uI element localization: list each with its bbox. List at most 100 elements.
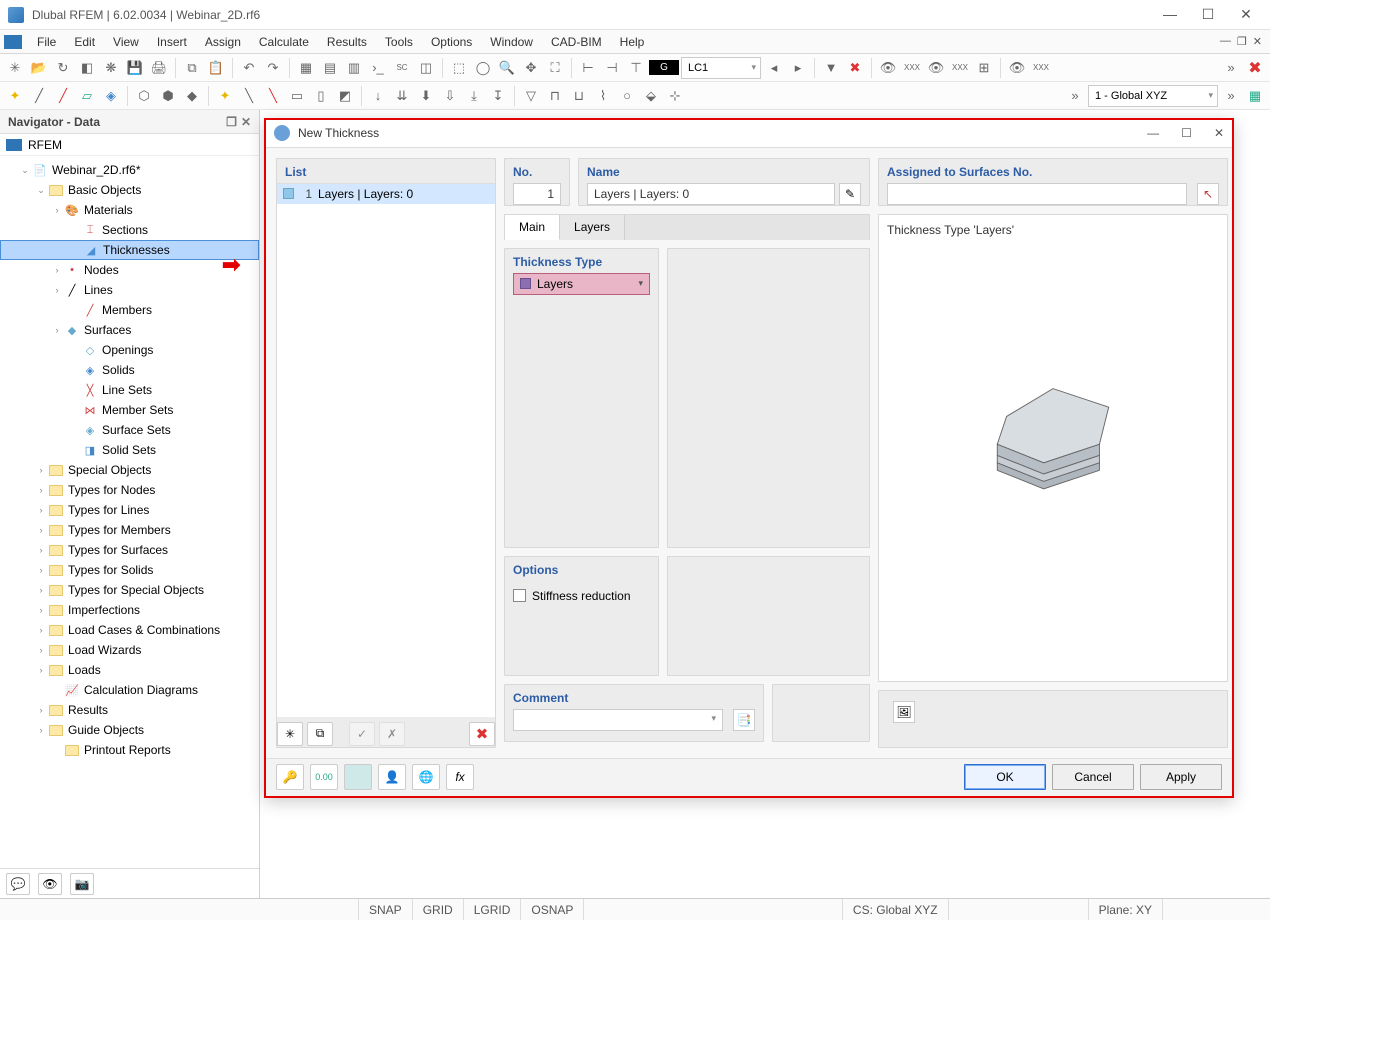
- assigned-input[interactable]: [887, 183, 1187, 205]
- cancel-all-icon[interactable]: ✖: [1244, 57, 1266, 79]
- edit-name-icon[interactable]: ✎: [839, 183, 861, 205]
- xxx3-icon[interactable]: XXX: [1030, 57, 1052, 79]
- tree-solidsets[interactable]: ◨Solid Sets: [0, 440, 259, 460]
- solid-icon[interactable]: ◈: [100, 85, 122, 107]
- tree-thicknesses[interactable]: ◢Thicknesses: [0, 240, 259, 260]
- tree-group-10[interactable]: ›Loads: [0, 660, 259, 680]
- table2-icon[interactable]: ▤: [319, 57, 341, 79]
- cancel-button[interactable]: Cancel: [1052, 764, 1134, 790]
- list-new-icon[interactable]: ✳: [277, 722, 303, 746]
- cs3-icon[interactable]: ◆: [181, 85, 203, 107]
- zoom-icon[interactable]: 🔍: [496, 57, 518, 79]
- loadcase-dropdown[interactable]: LC1: [681, 57, 761, 79]
- list-copy-icon[interactable]: ⧉: [307, 722, 333, 746]
- refresh-icon[interactable]: ↻: [52, 57, 74, 79]
- console-icon[interactable]: ›_: [367, 57, 389, 79]
- section-icon[interactable]: ⬙: [640, 85, 662, 107]
- menu-calculate[interactable]: Calculate: [250, 32, 318, 52]
- footer-eye-icon[interactable]: 👁: [38, 873, 62, 895]
- list-row-1[interactable]: 1 Layers | Layers: 0: [277, 184, 495, 204]
- load4-icon[interactable]: ⇩: [439, 85, 461, 107]
- comment-lib-icon[interactable]: 📑: [733, 709, 755, 731]
- menu-options[interactable]: Options: [422, 32, 481, 52]
- grid-icon[interactable]: ⊞: [973, 57, 995, 79]
- dim2-icon[interactable]: ⊣: [601, 57, 623, 79]
- select-icon[interactable]: ⬚: [448, 57, 470, 79]
- menu-view[interactable]: View: [104, 32, 148, 52]
- load3-icon[interactable]: ⬇: [415, 85, 437, 107]
- tree-nodes[interactable]: ›•Nodes: [0, 260, 259, 280]
- cs1-icon[interactable]: ⬡: [133, 85, 155, 107]
- pan-icon[interactable]: ✥: [520, 57, 542, 79]
- paste-icon[interactable]: 📋: [205, 57, 227, 79]
- menu-help[interactable]: Help: [611, 32, 654, 52]
- next-icon[interactable]: ▸: [787, 57, 809, 79]
- tree-linesets[interactable]: ╳Line Sets: [0, 380, 259, 400]
- tree-membersets[interactable]: ⋈Member Sets: [0, 400, 259, 420]
- eye1-icon[interactable]: 👁: [877, 57, 899, 79]
- surface-icon[interactable]: ▱: [76, 85, 98, 107]
- tree-group-0[interactable]: ›Special Objects: [0, 460, 259, 480]
- footer-camera-icon[interactable]: 📷: [70, 873, 94, 895]
- menu-edit[interactable]: Edit: [65, 32, 104, 52]
- cs-dropdown[interactable]: 1 - Global XYZ: [1088, 85, 1218, 107]
- filter2-icon[interactable]: ▽: [520, 85, 542, 107]
- cs2-icon[interactable]: ⬢: [157, 85, 179, 107]
- tree-sections[interactable]: ⌶Sections: [0, 220, 259, 240]
- tree-members[interactable]: ╱Members: [0, 300, 259, 320]
- panel-icon[interactable]: ◫: [415, 57, 437, 79]
- bg3-icon[interactable]: 🌐: [412, 764, 440, 790]
- tab-layers[interactable]: Layers: [560, 215, 625, 240]
- menu-cadbim[interactable]: CAD-BIM: [542, 32, 611, 52]
- close-panel-icon[interactable]: ✕: [241, 115, 251, 129]
- open-icon[interactable]: 📂: [28, 57, 50, 79]
- list-delete-icon[interactable]: ✖: [469, 722, 495, 746]
- tree-group-4[interactable]: ›Types for Surfaces: [0, 540, 259, 560]
- block-icon[interactable]: ◧: [76, 57, 98, 79]
- tree-group-13[interactable]: ›Guide Objects: [0, 720, 259, 740]
- script-icon[interactable]: SC: [391, 57, 413, 79]
- tree-group-3[interactable]: ›Types for Members: [0, 520, 259, 540]
- menu-insert[interactable]: Insert: [148, 32, 196, 52]
- footer-chat-icon[interactable]: 💬: [6, 873, 30, 895]
- mdi-close[interactable]: ✕: [1253, 35, 1262, 48]
- tree-basic-objects[interactable]: ⌄Basic Objects: [0, 180, 259, 200]
- stiffness-checkbox[interactable]: Stiffness reduction: [505, 581, 658, 611]
- gear-icon[interactable]: ❋: [100, 57, 122, 79]
- xxx2-icon[interactable]: XXX: [949, 57, 971, 79]
- load6-icon[interactable]: ↧: [487, 85, 509, 107]
- new-icon[interactable]: ✳: [4, 57, 26, 79]
- print-icon[interactable]: 🖨: [148, 57, 170, 79]
- rect2-icon[interactable]: ▯: [310, 85, 332, 107]
- maximize-button[interactable]: ☐: [1198, 6, 1218, 23]
- no-input[interactable]: 1: [513, 183, 561, 205]
- bg1-icon[interactable]: [344, 764, 372, 790]
- menu-file[interactable]: File: [28, 32, 65, 52]
- tree-group-2[interactable]: ›Types for Lines: [0, 500, 259, 520]
- menu-assign[interactable]: Assign: [196, 32, 250, 52]
- support2-icon[interactable]: ⊔: [568, 85, 590, 107]
- status-grid[interactable]: GRID: [412, 899, 463, 920]
- comment-dropdown[interactable]: [513, 709, 723, 731]
- list-uncheck-icon[interactable]: ✗: [379, 722, 405, 746]
- dim3-icon[interactable]: ⊤: [625, 57, 647, 79]
- load1-icon[interactable]: ↓: [367, 85, 389, 107]
- xxx-icon[interactable]: XXX: [901, 57, 923, 79]
- tree-group-6[interactable]: ›Types for Special Objects: [0, 580, 259, 600]
- eye2-icon[interactable]: 👁: [925, 57, 947, 79]
- help-icon[interactable]: 🔑: [276, 764, 304, 790]
- table3-icon[interactable]: ▥: [343, 57, 365, 79]
- type-dropdown[interactable]: Layers: [513, 273, 650, 295]
- tree-calc-diagrams[interactable]: 📈Calculation Diagrams: [0, 680, 259, 700]
- tree-surfacesets[interactable]: ◈Surface Sets: [0, 420, 259, 440]
- hinge-icon[interactable]: ○: [616, 85, 638, 107]
- tree-group-12[interactable]: ›Results: [0, 700, 259, 720]
- tree-group-1[interactable]: ›Types for Nodes: [0, 480, 259, 500]
- newnode-icon[interactable]: ✦: [214, 85, 236, 107]
- status-snap[interactable]: SNAP: [358, 899, 412, 920]
- status-lgrid[interactable]: LGRID: [463, 899, 521, 920]
- minimize-button[interactable]: —: [1160, 6, 1180, 23]
- mdi-min[interactable]: —: [1220, 35, 1231, 48]
- tree-project[interactable]: ⌄📄Webinar_2D.rf6*: [0, 160, 259, 180]
- navigator-root[interactable]: RFEM: [0, 134, 259, 156]
